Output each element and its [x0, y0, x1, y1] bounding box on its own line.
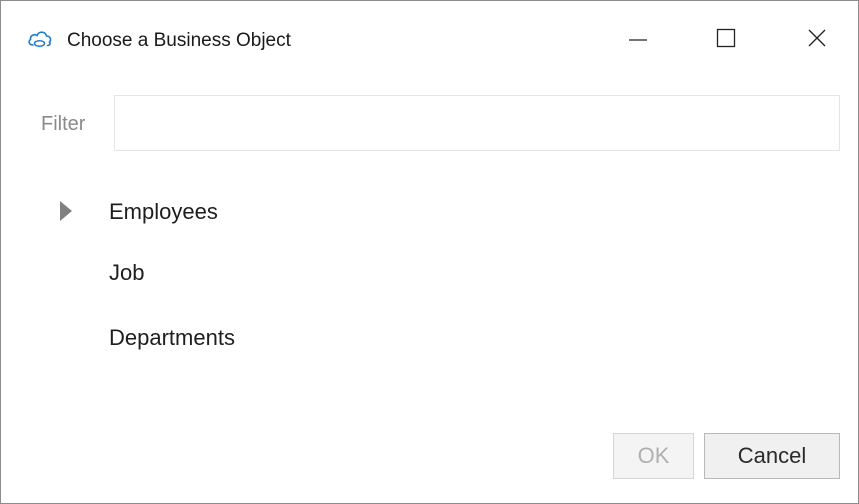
filter-input[interactable]	[114, 95, 840, 151]
maximize-icon	[715, 27, 737, 54]
cloud-icon	[27, 28, 53, 50]
window-title: Choose a Business Object	[67, 30, 291, 51]
tree-item-employees[interactable]: Employees	[1, 186, 858, 236]
ok-button[interactable]: OK	[613, 433, 694, 479]
cancel-button[interactable]: Cancel	[704, 433, 840, 479]
close-button[interactable]	[792, 19, 842, 61]
dialog-window: Choose a Business Object Filter Employee…	[0, 0, 859, 504]
title-bar[interactable]: Choose a Business Object	[1, 1, 858, 63]
minimize-icon	[627, 27, 649, 54]
close-icon	[806, 27, 828, 54]
tree-item-label: Job	[109, 260, 145, 285]
tree-item-departments[interactable]: Departments	[1, 312, 858, 362]
tree-item-label: Departments	[109, 325, 235, 350]
expand-arrow-icon[interactable]	[59, 200, 73, 222]
minimize-button[interactable]	[613, 19, 663, 61]
filter-label: Filter	[41, 113, 86, 135]
tree-item-label: Employees	[109, 199, 218, 224]
maximize-button[interactable]	[701, 19, 751, 61]
tree-item-job[interactable]: Job	[1, 247, 858, 297]
